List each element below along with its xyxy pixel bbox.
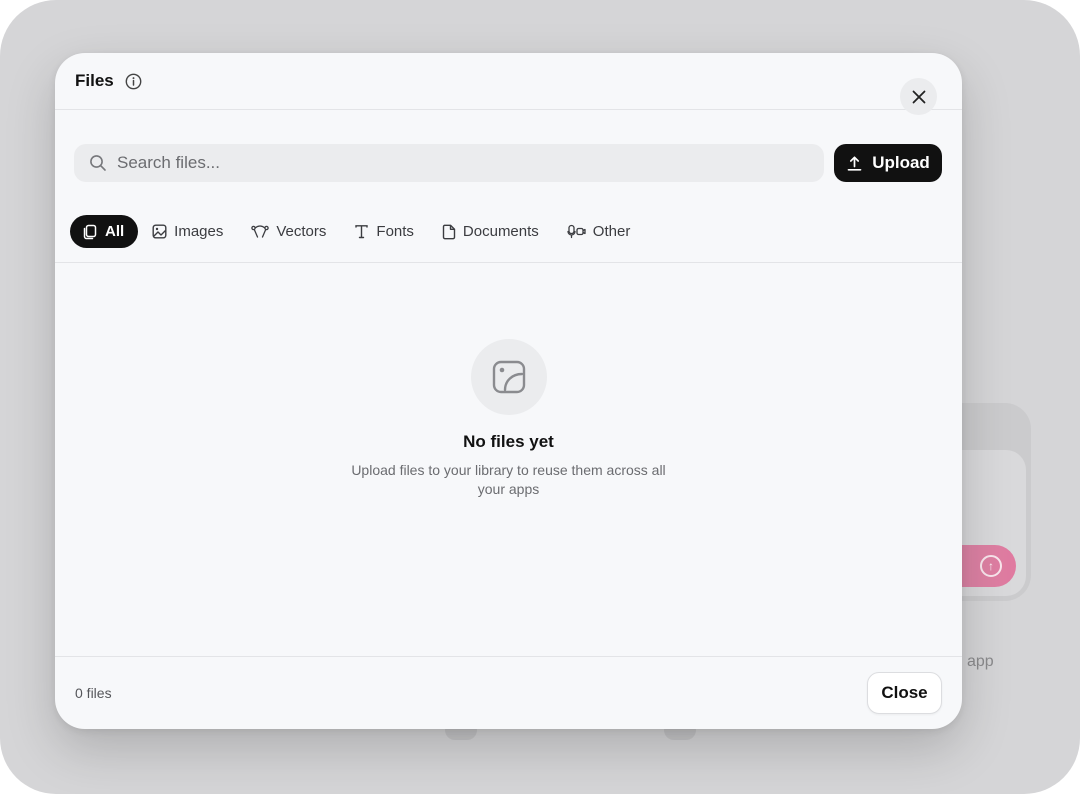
tab-label: Vectors [276,223,327,240]
info-icon[interactable] [125,73,142,90]
tab-other[interactable]: Other [555,215,645,248]
tab-fonts[interactable]: Fonts [342,215,428,248]
close-button[interactable]: Close [867,672,942,714]
tab-label: All [105,223,125,240]
modal-header: Files [55,53,962,115]
upload-label: Upload [872,153,930,172]
file-count: 0 files [75,685,112,701]
document-icon [442,224,456,239]
tab-images[interactable]: Images [140,215,237,248]
background-app-label: app [967,653,994,670]
tab-label: Documents [462,223,539,240]
tab-label: Fonts [376,223,414,240]
modal-title: Files [75,71,114,90]
search-input[interactable] [117,153,717,173]
upload-button[interactable]: Upload [834,144,942,182]
search-icon [90,155,106,171]
arrow-up-icon: ↑ [980,555,1002,577]
search-box[interactable] [74,144,824,182]
tab-all[interactable]: All [70,215,139,248]
upload-icon [847,155,862,171]
vector-icon [251,225,270,238]
file-type-tabs: All Images Vectors Fonts Documents Other [70,215,646,248]
files-modal: Files Upload [55,53,962,729]
image-icon [152,224,167,239]
close-icon [912,90,925,103]
type-icon [355,225,369,239]
empty-state: No files yet Upload files to your librar… [55,339,962,499]
tab-label: Other [592,223,631,240]
modal-footer: 0 files Close [55,656,962,729]
tab-vectors[interactable]: Vectors [239,215,340,248]
tab-label: Images [174,223,224,240]
copy-icon [83,224,97,239]
empty-title: No files yet [463,432,554,451]
empty-description: Upload files to your library to reuse th… [351,462,666,497]
toolbar: Upload [74,143,942,183]
empty-image-icon [470,339,547,415]
tab-documents[interactable]: Documents [430,215,553,248]
other-icon [567,224,586,239]
close-modal-button[interactable] [900,78,937,115]
divider [55,262,962,263]
